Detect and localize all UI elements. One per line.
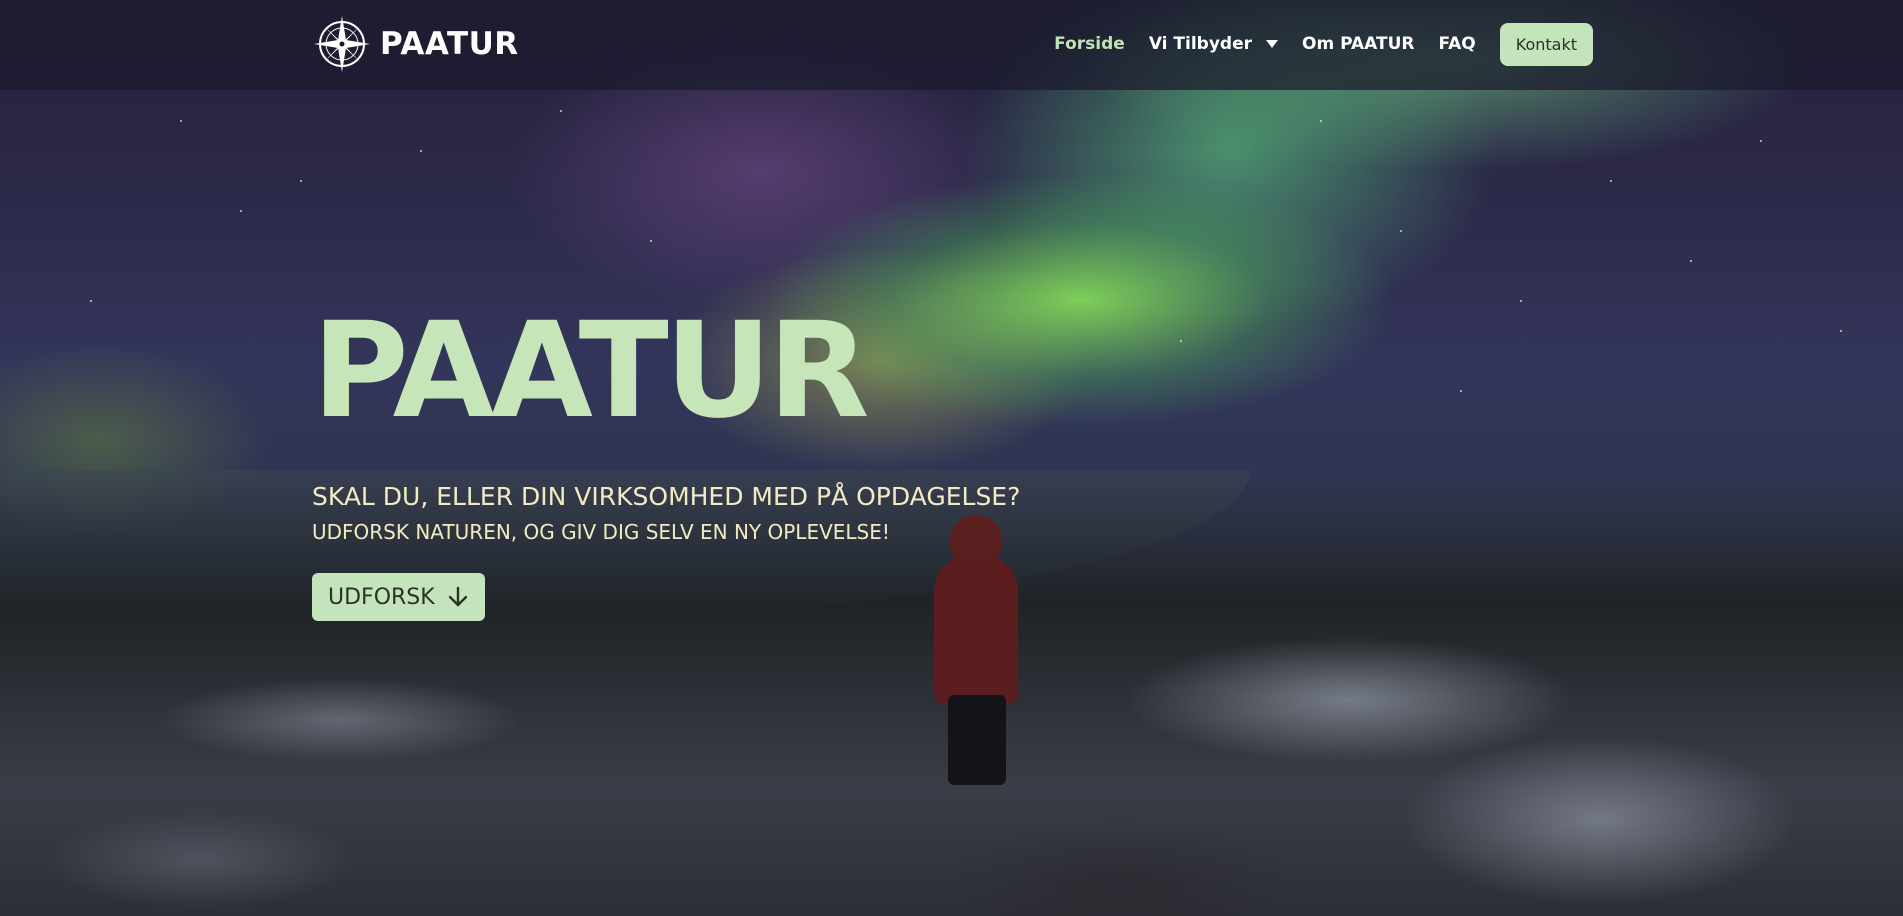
star bbox=[240, 210, 242, 212]
star bbox=[90, 300, 92, 302]
explore-button[interactable]: UDFORSK bbox=[312, 573, 485, 621]
hero-tagline: SKAL DU, ELLER DIN VIRKSOMHED MED PÅ OPD… bbox=[312, 482, 1021, 511]
hiker-jacket bbox=[934, 555, 1018, 705]
star bbox=[300, 180, 302, 182]
brand-name: PAATUR bbox=[380, 26, 519, 62]
star bbox=[180, 120, 182, 122]
star bbox=[420, 150, 422, 152]
main-nav: Forside Vi Tilbyder Om PAATUR FAQ Kontak… bbox=[1054, 22, 1593, 66]
star bbox=[650, 240, 652, 242]
nav-item-om-paatur[interactable]: Om PAATUR bbox=[1302, 34, 1414, 54]
top-navbar: PAATUR Forside Vi Tilbyder Om PAATUR FAQ… bbox=[0, 0, 1903, 90]
compass-rose-icon bbox=[314, 16, 370, 72]
star bbox=[560, 110, 562, 112]
star bbox=[1610, 180, 1612, 182]
brand-logo-link[interactable]: PAATUR bbox=[312, 14, 519, 74]
star bbox=[1520, 300, 1522, 302]
hiker-legs bbox=[948, 695, 1006, 785]
hero-section: PAATUR Forside Vi Tilbyder Om PAATUR FAQ… bbox=[0, 0, 1903, 916]
nav-item-label: Vi Tilbyder bbox=[1148, 34, 1252, 54]
star bbox=[1180, 340, 1182, 342]
star bbox=[1320, 120, 1322, 122]
hiker-silhouette bbox=[920, 515, 1030, 785]
star bbox=[1840, 330, 1842, 332]
explore-button-label: UDFORSK bbox=[328, 584, 435, 610]
nav-item-vi-tilbyder[interactable]: Vi Tilbyder bbox=[1149, 34, 1278, 54]
caret-down-icon bbox=[1266, 40, 1278, 48]
nav-item-forside[interactable]: Forside bbox=[1054, 34, 1125, 54]
star bbox=[1760, 140, 1762, 142]
nav-item-faq[interactable]: FAQ bbox=[1438, 34, 1475, 54]
hero-subtagline: UDFORSK NATUREN, OG GIV DIG SELV EN NY O… bbox=[312, 520, 890, 544]
hero-title: PAATUR bbox=[312, 294, 870, 448]
star bbox=[1400, 230, 1402, 232]
arrow-down-icon bbox=[448, 586, 467, 607]
contact-button[interactable]: Kontakt bbox=[1499, 22, 1593, 66]
star bbox=[1690, 260, 1692, 262]
star bbox=[1460, 390, 1462, 392]
